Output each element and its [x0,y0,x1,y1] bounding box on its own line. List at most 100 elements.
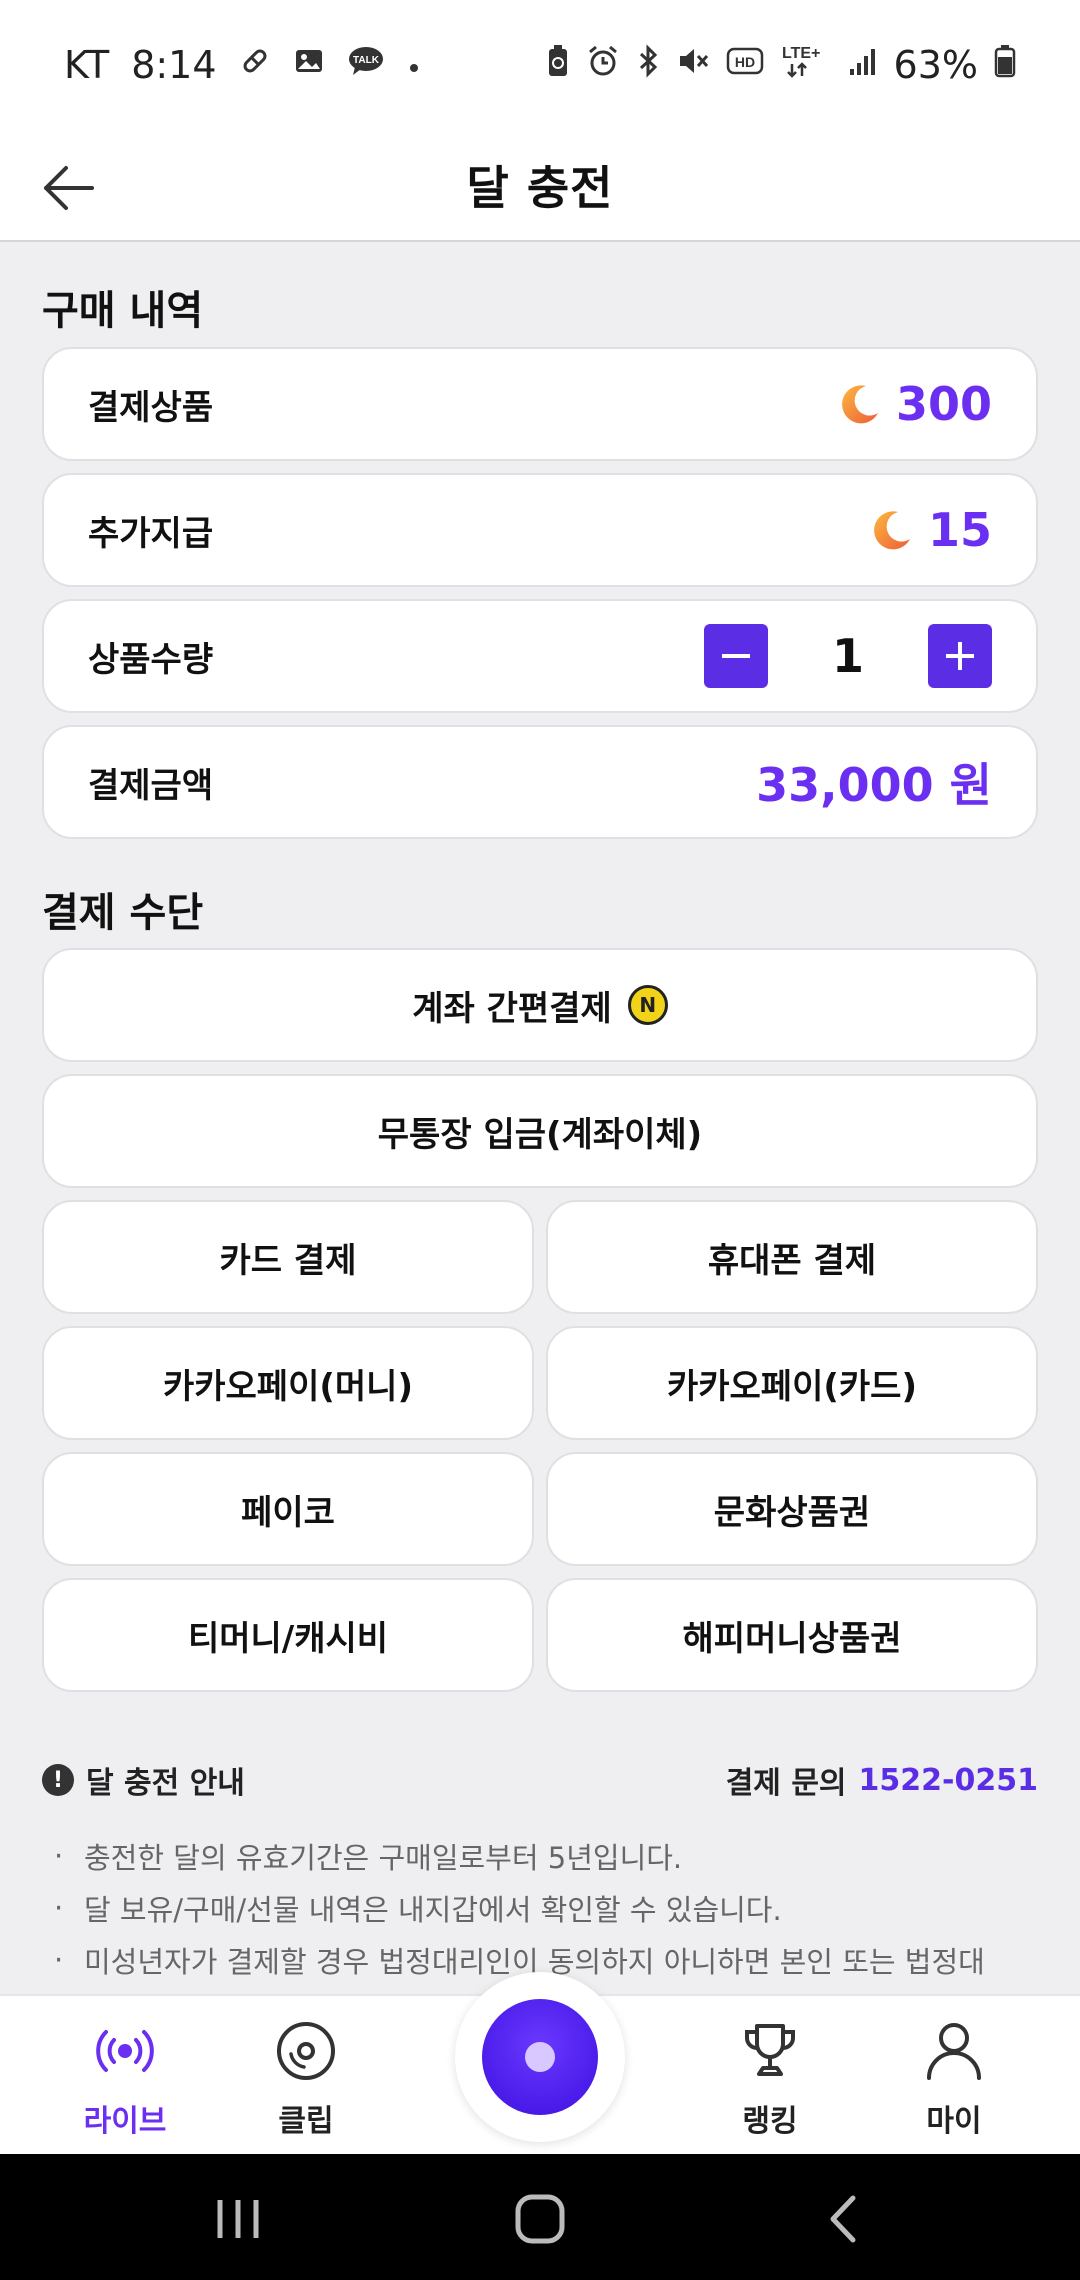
trophy-icon [745,2024,795,2076]
record-dot [525,2042,555,2072]
nav-label: 라이브 [83,2104,167,2139]
battery-icon [994,44,1016,86]
payment-payco[interactable]: 페이코 [42,1452,534,1566]
arrow-left-icon [44,166,94,210]
hd-text: HD [734,54,754,70]
back-button[interactable] [36,156,100,220]
payment-tmoney-cashbee[interactable]: 티머니/캐시비 [42,1578,534,1692]
payment-label: 문화상품권 [713,1492,871,1533]
bullet: · [54,1891,64,1925]
product-value: 300 [895,377,992,431]
payment-label: 무통장 입금(계좌이체) [377,1114,703,1155]
product-label: 결제상품 [88,387,214,428]
app-bar: 달 충전 [0,130,1080,242]
payment-culture-giftcard[interactable]: 문화상품권 [546,1452,1038,1566]
payment-label: 계좌 간편결제 [412,988,612,1029]
product-row: 결제상품 300 [42,347,1038,461]
hd-icon: HD [726,46,764,84]
nav-clip[interactable]: 클립 [226,2016,386,2140]
notice-title: 달 충전 안내 [86,1766,245,1801]
talk-text: TALK [353,55,380,66]
disc-icon [277,2022,335,2080]
nav-label: 랭킹 [742,2104,798,2139]
person-icon [927,2023,981,2080]
minus-icon [722,654,750,658]
increase-button[interactable] [928,624,992,688]
recents-icon [217,2200,259,2238]
notice-header: ! 달 충전 안내 결제 문의 1522-0251 [42,1758,1038,1802]
chevron-left-icon [830,2195,856,2243]
amount-label: 결제금액 [88,765,214,806]
amount-value: 33,000 원 [756,758,992,812]
inquiry-label: 결제 문의 [725,1766,847,1801]
status-bar: KT 8:14 TALK HD LTE+ 63% [0,0,1080,130]
signal-icon [848,45,878,85]
payment-label: 페이코 [241,1492,335,1533]
payment-section-title: 결제 수단 [42,890,204,936]
payment-kakaopay-card[interactable]: 카카오페이(카드) [546,1326,1038,1440]
quantity-row: 상품수량 1 [42,599,1038,713]
payment-label: 휴대폰 결제 [707,1240,877,1281]
quantity-stepper: 1 [704,624,992,688]
nav-my[interactable]: 마이 [874,2016,1034,2140]
payment-account-easy[interactable]: 계좌 간편결제 N [42,948,1038,1062]
nav-label: 클립 [278,2104,334,2139]
nav-label: 마이 [926,2104,982,2139]
n-badge-icon: N [627,985,668,1025]
page-title: 달 충전 [466,161,614,215]
moon-icon [874,511,910,550]
list-item: · 달 보유/구매/선물 내역은 내지갑에서 확인할 수 있습니다. [42,1882,1052,1934]
decrease-button[interactable] [704,624,768,688]
system-back-button[interactable] [808,2184,878,2254]
notice-text: 충전한 달의 유효기간은 구매일로부터 5년입니다. [84,1841,683,1875]
warning-icon: ! [42,1764,74,1796]
battery-saver-icon [546,44,570,86]
payment-label: 해피머니상품권 [682,1618,902,1659]
bullet: · [54,1943,64,1977]
dot-icon [407,48,421,83]
list-item: · 충전한 달의 유효기간은 구매일로부터 5년입니다. [42,1830,1052,1882]
payment-label: 카카오페이(카드) [666,1366,918,1407]
carrier-label: KT [64,43,110,87]
bonus-label: 추가지급 [88,513,214,554]
payment-mobile[interactable]: 휴대폰 결제 [546,1200,1038,1314]
lte-icon: LTE+ [780,42,832,88]
payment-card[interactable]: 카드 결제 [42,1200,534,1314]
status-time: 8:14 [131,43,217,87]
payment-kakaopay-money[interactable]: 카카오페이(머니) [42,1326,534,1440]
talk-icon: TALK [347,45,385,85]
purchase-section-title: 구매 내역 [42,288,204,334]
home-icon [515,2194,565,2244]
quantity-value: 1 [831,629,864,683]
center-record-button[interactable] [455,1972,625,2142]
broadcast-icon [96,2030,154,2072]
alarm-icon [586,44,620,86]
amount-row: 결제금액 33,000 원 [42,725,1038,839]
battery-percent: 63% [893,43,978,87]
nav-live[interactable]: 라이브 [45,2016,205,2140]
notice-list: · 충전한 달의 유효기간은 구매일로부터 5년입니다. · 달 보유/구매/선… [42,1830,1052,1986]
payment-label: 티머니/캐시비 [187,1618,389,1659]
notice-text: 달 보유/구매/선물 내역은 내지갑에서 확인할 수 있습니다. [84,1893,782,1927]
lte-text: LTE+ [782,45,820,62]
inquiry-phone-link[interactable]: 1522-0251 [859,1763,1038,1798]
quantity-label: 상품수량 [88,639,214,680]
bluetooth-icon [636,44,660,86]
record-icon [482,1999,598,2115]
pill-icon [239,45,271,85]
moon-icon [842,385,878,424]
image-icon [293,45,325,85]
bonus-value: 15 [927,503,992,557]
nav-ranking[interactable]: 랭킹 [690,2016,850,2140]
plus-icon [946,642,974,670]
payment-label: 카드 결제 [219,1240,357,1281]
mute-icon [676,44,710,86]
bonus-row: 추가지급 15 [42,473,1038,587]
recents-button[interactable] [203,2184,273,2254]
home-button[interactable] [505,2184,575,2254]
payment-label: 카카오페이(머니) [162,1366,414,1407]
system-nav-bar [0,2154,1080,2280]
payment-bank-transfer[interactable]: 무통장 입금(계좌이체) [42,1074,1038,1188]
bullet: · [54,1839,64,1873]
payment-happymoney[interactable]: 해피머니상품권 [546,1578,1038,1692]
